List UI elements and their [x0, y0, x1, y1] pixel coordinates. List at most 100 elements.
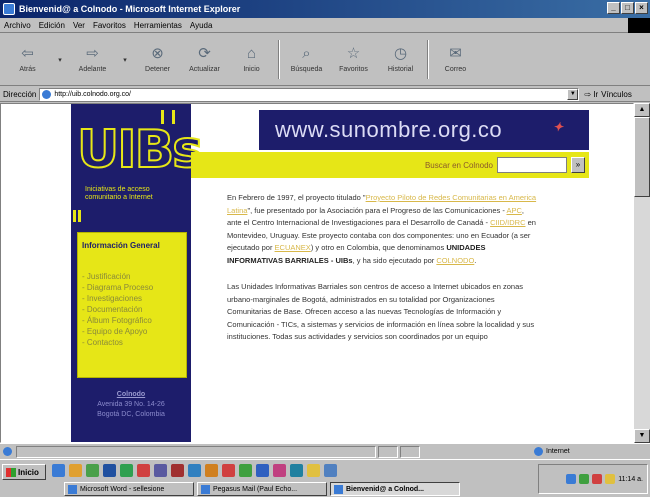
history-label: Historial	[387, 66, 414, 73]
tray-icon[interactable]	[579, 474, 590, 484]
colnodo-link[interactable]: COLNODO	[436, 256, 474, 265]
back-button[interactable]: ⇦ Atrás	[4, 34, 51, 85]
mail-icon	[201, 484, 210, 494]
app-icon[interactable]	[222, 464, 235, 477]
app-icon[interactable]	[273, 464, 286, 477]
logo-tagline: Iniciativas de acceso comunitario a Inte…	[85, 186, 153, 201]
title-bar: Bienvenid@ a Colnodo - Microsoft Interne…	[0, 0, 650, 18]
scroll-up-button[interactable]: ▲	[634, 103, 650, 117]
vertical-scrollbar[interactable]: ▲ ▼	[634, 103, 650, 443]
app-icon[interactable]	[154, 464, 167, 477]
menu-item-album[interactable]: - Álbum Fotográfico	[82, 315, 153, 326]
ciid-link[interactable]: CIID/IDRC	[490, 218, 525, 227]
app-icon[interactable]	[171, 464, 184, 477]
menu-edit[interactable]: Edición	[39, 21, 65, 30]
menu-favorites[interactable]: Favoritos	[93, 21, 126, 30]
app-icon[interactable]	[324, 464, 337, 477]
apc-link[interactable]: APC	[507, 206, 522, 215]
menu-item-documentacion[interactable]: - Documentación	[82, 304, 153, 315]
start-button[interactable]: Inicio	[2, 464, 46, 480]
page-viewport: UIBs Iniciativas de acceso comunitario a…	[0, 103, 634, 443]
app-icon[interactable]	[307, 464, 320, 477]
tray-icon[interactable]	[566, 474, 577, 484]
address-label: Dirección	[3, 89, 37, 99]
window-title: Bienvenid@ a Colnodo - Microsoft Interne…	[19, 4, 241, 14]
app-icon[interactable]	[239, 464, 252, 477]
banner-text: www.sunombre.org.co	[275, 117, 503, 142]
powerpoint-icon[interactable]	[137, 464, 150, 477]
ecuanex-link[interactable]: ECUANEX	[275, 243, 311, 252]
app-icon[interactable]	[205, 464, 218, 477]
address-input[interactable]: http://uib.colnodo.org.co/ ▼	[39, 87, 580, 101]
maximize-button[interactable]: □	[621, 2, 634, 14]
menu-item-investigaciones[interactable]: - Investigaciones	[82, 293, 153, 304]
menu-item-contactos[interactable]: - Contactos	[82, 337, 153, 348]
status-segment	[378, 445, 398, 458]
uibs-logo[interactable]: UIBs Iniciativas de acceso comunitario a…	[71, 104, 204, 222]
go-button[interactable]: ⇨ Ir	[584, 90, 598, 99]
contact-address-line: Avenida 39 No. 14-26	[97, 401, 165, 408]
intro-paragraph: En Febrero de 1997, el proyecto titulado…	[227, 192, 537, 267]
scroll-thumb[interactable]	[634, 117, 650, 197]
history-icon: ◷	[393, 45, 408, 62]
app-icon[interactable]	[86, 464, 99, 477]
site-search-label: Buscar en Colnodo	[424, 160, 493, 170]
app-icon[interactable]	[290, 464, 303, 477]
contact-block: Colnodo Avenida 39 No. 14-26 Bogotá DC, …	[71, 390, 191, 420]
favorites-label: Favoritos	[339, 66, 368, 73]
task-pegasus[interactable]: Pegasus Mail (Paul Echo...	[197, 482, 327, 496]
toolbar-separator	[427, 40, 429, 79]
close-button[interactable]: ×	[635, 2, 648, 14]
clock[interactable]: 11:14 a.	[618, 476, 643, 483]
refresh-button[interactable]: ⟳ Actualizar	[181, 34, 228, 85]
menu-help[interactable]: Ayuda	[190, 21, 213, 30]
app-icon[interactable]	[256, 464, 269, 477]
menu-heading: Información General	[82, 241, 160, 250]
address-bar: Dirección http://uib.colnodo.org.co/ ▼ ⇨…	[0, 87, 650, 102]
menu-tools[interactable]: Herramientas	[134, 21, 182, 30]
history-button[interactable]: ◷ Historial	[377, 34, 424, 85]
site-search-button[interactable]: »	[571, 157, 585, 173]
menu-file[interactable]: Archivo	[4, 21, 31, 30]
stop-button[interactable]: ⊗ Detener	[134, 34, 181, 85]
site-search-input[interactable]	[497, 157, 567, 173]
menu-item-justificacion[interactable]: - Justificación	[82, 271, 153, 282]
menu-view[interactable]: Ver	[73, 21, 85, 30]
go-label: Ir	[593, 89, 599, 99]
word-icon[interactable]	[103, 464, 116, 477]
search-button[interactable]: ⌕ Búsqueda	[283, 34, 330, 85]
app-icon[interactable]	[188, 464, 201, 477]
task-ie[interactable]: Bienvenid@ a Colnod...	[330, 482, 460, 496]
scroll-down-button[interactable]: ▼	[634, 429, 650, 443]
back-dropdown[interactable]: ▾	[51, 34, 69, 85]
favorites-button[interactable]: ☆ Favoritos	[330, 34, 377, 85]
minimize-button[interactable]: _	[607, 2, 620, 14]
task-word[interactable]: Microsoft Word - sellesione	[64, 482, 194, 496]
address-dropdown-button[interactable]: ▼	[567, 88, 579, 100]
task-buttons: Microsoft Word - sellesione Pegasus Mail…	[64, 482, 460, 496]
forward-label: Adelante	[78, 66, 107, 73]
signal-bars-icon	[73, 210, 81, 222]
outlook-icon[interactable]	[69, 464, 82, 477]
forward-button[interactable]: ⇨ Adelante	[69, 34, 116, 85]
tray-icon[interactable]	[592, 474, 603, 484]
forward-dropdown[interactable]: ▾	[116, 34, 134, 85]
ad-banner[interactable]: www.sunombre.org.co ✦	[259, 110, 589, 150]
volume-icon[interactable]	[605, 474, 616, 484]
status-segment	[400, 445, 420, 458]
contact-title-link[interactable]: Colnodo	[71, 390, 191, 400]
menu-item-equipo[interactable]: - Equipo de Apoyo	[82, 326, 153, 337]
home-button[interactable]: ⌂ Inicio	[228, 34, 275, 85]
start-label: Inicio	[18, 467, 39, 477]
text-span: .	[474, 255, 477, 265]
menu-item-diagrama[interactable]: - Diagrama Proceso	[82, 282, 153, 293]
excel-icon[interactable]	[120, 464, 133, 477]
search-label: Búsqueda	[290, 66, 323, 73]
desktop-icon[interactable]	[52, 464, 65, 477]
task-label: Pegasus Mail (Paul Echo...	[213, 485, 298, 493]
text-span: , y ha sido ejecutado por	[352, 255, 437, 265]
links-button[interactable]: Vínculos	[601, 90, 632, 99]
task-label: Microsoft Word - sellesione	[80, 485, 165, 493]
refresh-label: Actualizar	[189, 66, 220, 73]
mail-button[interactable]: ✉ Correo	[432, 34, 479, 85]
